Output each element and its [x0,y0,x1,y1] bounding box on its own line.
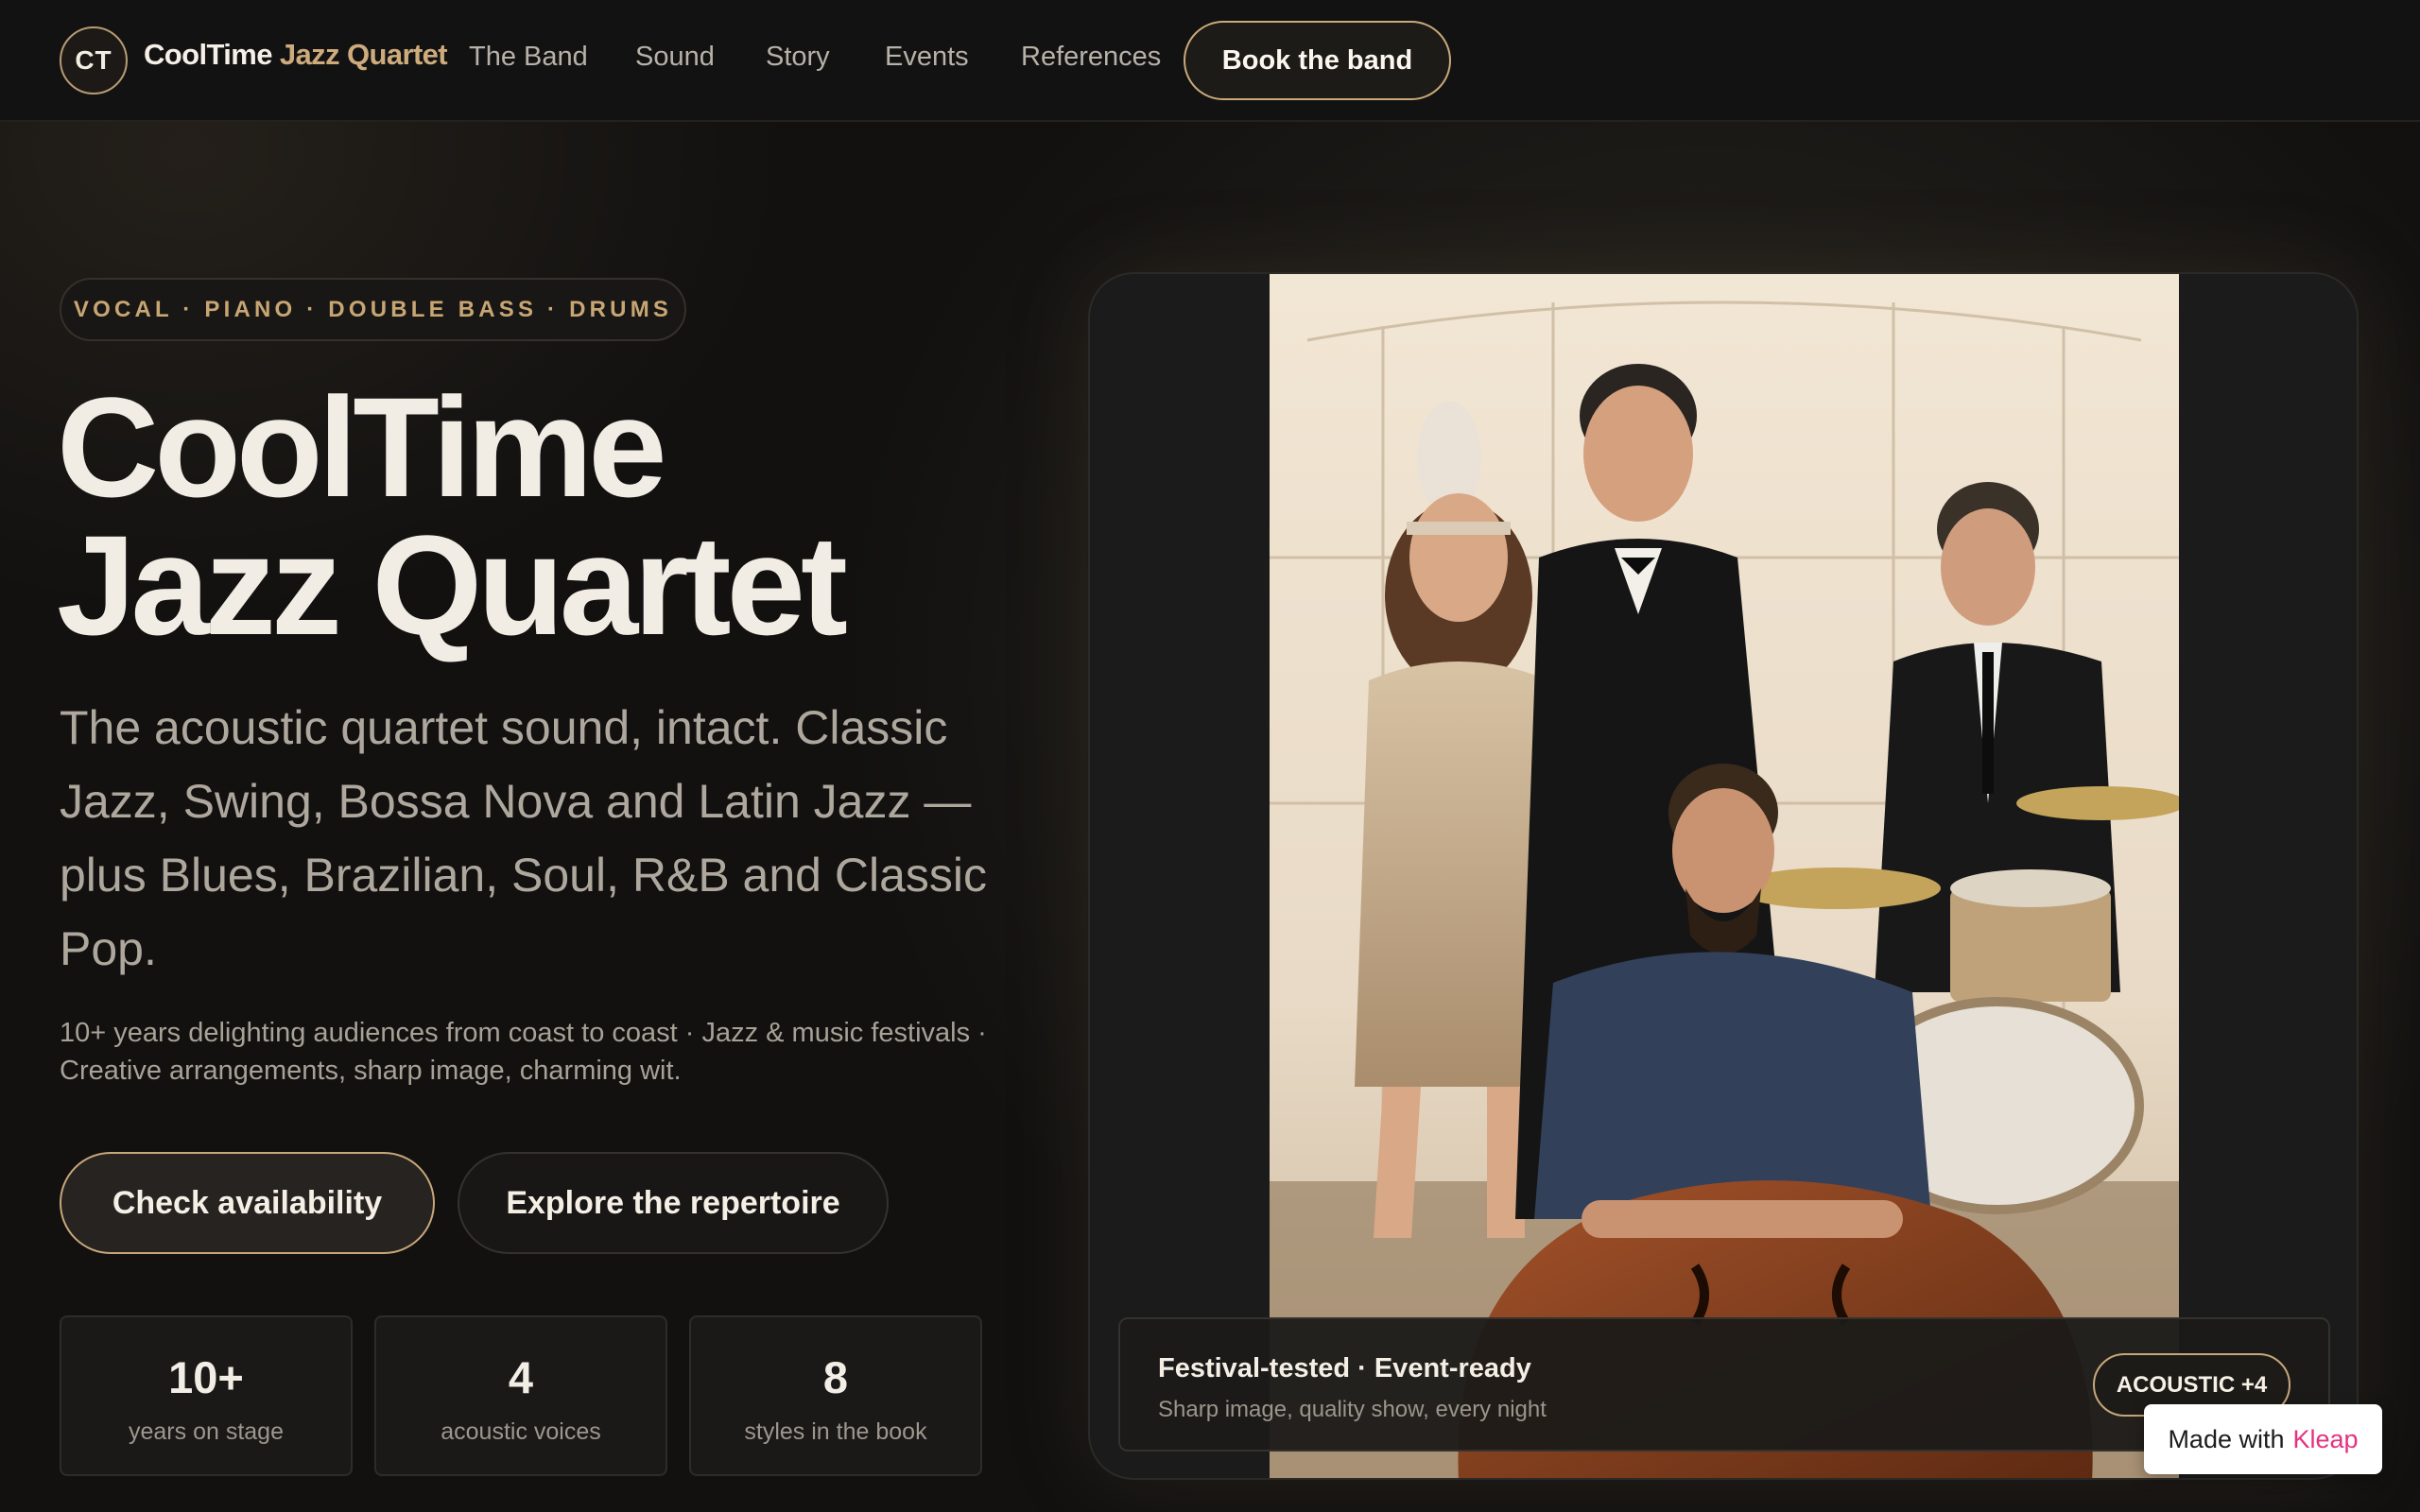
caption-title: Festival-tested · Event-ready [1158,1353,1531,1383]
stat-card-years: 10+ years on stage [60,1315,353,1476]
kleap-brand: Kleap [2292,1424,2359,1453]
band-photo [1270,274,2179,1478]
stat-card-voices: 4 acoustic voices [374,1315,667,1476]
made-with-kleap-badge[interactable]: Made with Kleap [2144,1404,2382,1474]
nav-link-the-band[interactable]: The Band [469,42,588,73]
stat-value: 8 [822,1352,849,1402]
brand-primary: CoolTime [144,38,272,71]
brand-accent: Jazz Quartet [279,38,448,71]
nav-link-events[interactable]: Events [885,42,969,73]
hero-title-line-1: CoolTime [57,368,667,526]
hero-title-line-2: Jazz Quartet [57,506,848,664]
nav-link-references[interactable]: References [1021,42,1161,73]
stat-label: acoustic voices [441,1418,601,1445]
band-photo-card: Festival-tested · Event-ready Sharp imag… [1088,272,2359,1480]
band-photo-illustration [1270,274,2179,1478]
hero-lead: The acoustic quartet sound, intact. Clas… [60,701,988,975]
logo-badge[interactable]: CT [60,26,128,94]
top-navigation: CT CoolTime Jazz Quartet The Band Sound … [0,0,2420,122]
stat-label: styles in the book [744,1418,927,1445]
stat-value: 4 [508,1352,534,1402]
hero-supporting-copy: 10+ years delighting audiences from coas… [60,1018,987,1086]
hero-title: CoolTime Jazz Quartet [57,368,983,664]
stat-card-styles: 8 styles in the book [689,1315,982,1476]
check-availability-button[interactable]: Check availability [60,1152,435,1254]
made-with-label: Made with [2168,1424,2285,1453]
explore-repertoire-button[interactable]: Explore the repertoire [458,1152,889,1254]
caption-subtitle: Sharp image, quality show, every night [1158,1397,1547,1422]
nav-link-sound[interactable]: Sound [635,42,715,73]
book-the-band-button[interactable]: Book the band [1184,21,1451,100]
brand-name[interactable]: CoolTime Jazz Quartet [144,38,448,72]
stat-value: 10+ [168,1352,244,1402]
instruments-tag: VOCAL · PIANO · DOUBLE BASS · DRUMS [60,278,686,341]
stat-label: years on stage [129,1418,284,1445]
nav-link-story[interactable]: Story [766,42,830,73]
